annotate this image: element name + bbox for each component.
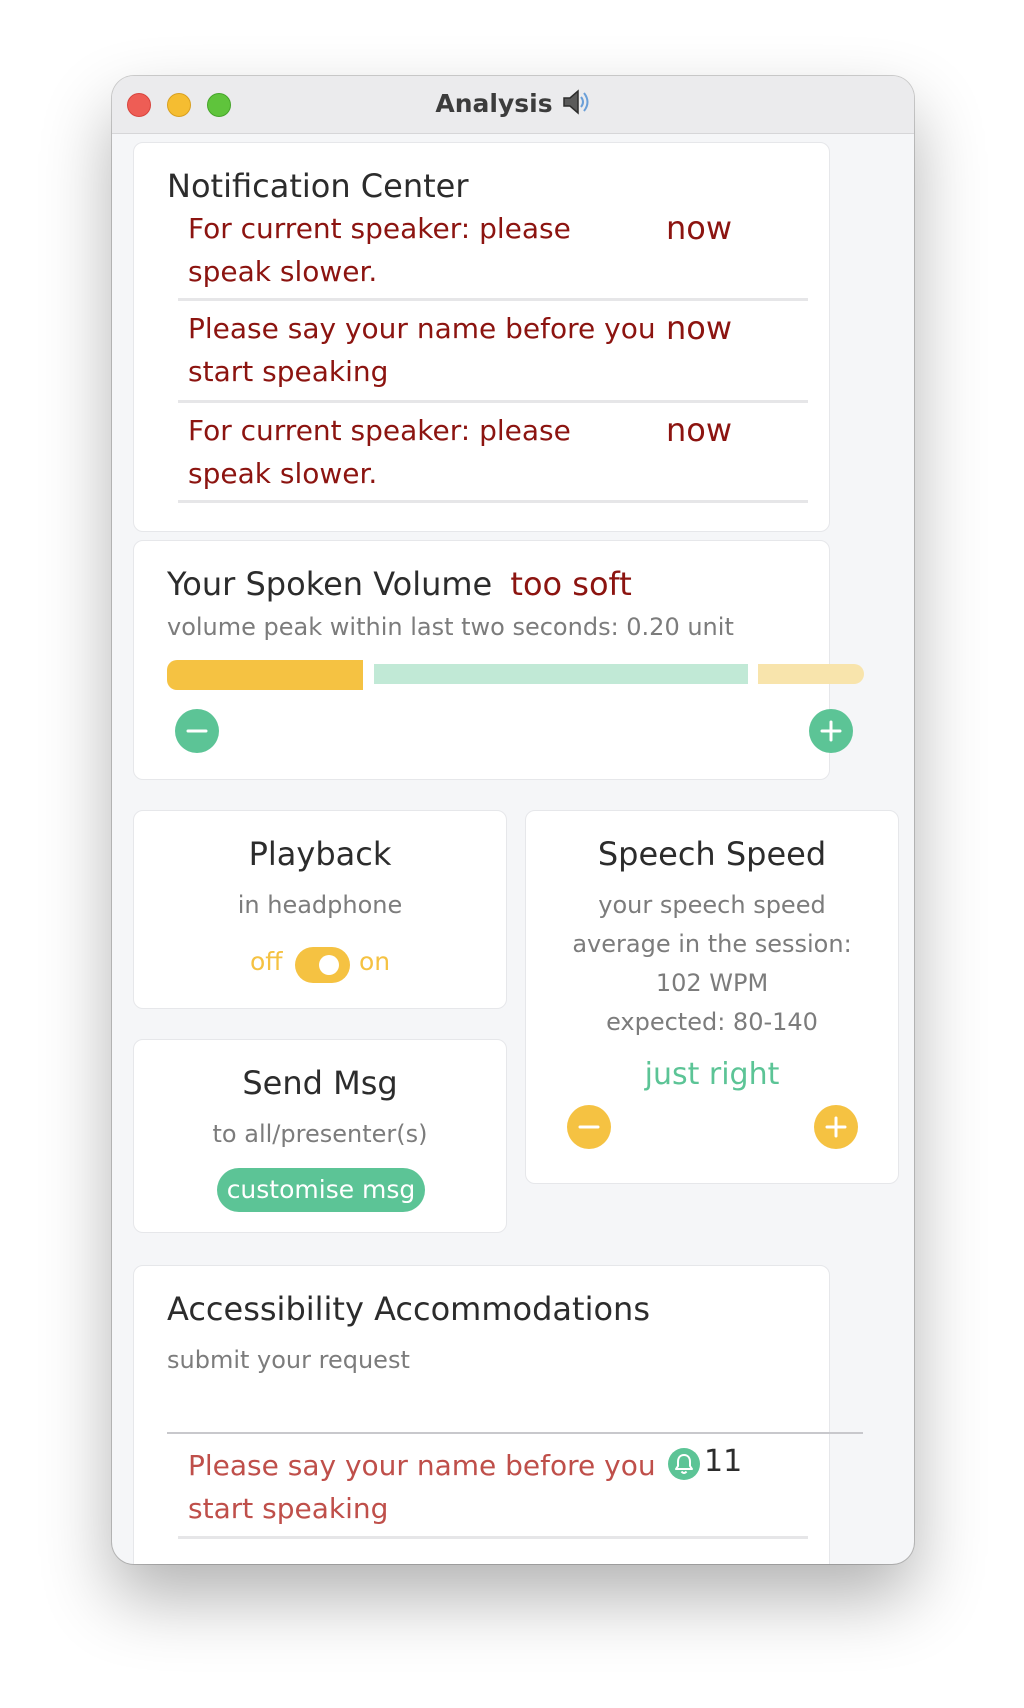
bell-icon[interactable] xyxy=(668,1448,700,1484)
volume-meter-loud-range xyxy=(758,664,864,684)
playback-subtitle: in headphone xyxy=(237,891,403,919)
send-msg-card: Send Msg to all/presenter(s) customise m… xyxy=(133,1039,507,1233)
notification-time: now xyxy=(666,209,733,247)
app-window: Analysis Notification Center For current… xyxy=(112,76,914,1564)
notification-text: For current speaker: please speak slower… xyxy=(188,212,571,288)
accessibility-title: Accessibility Accommodations xyxy=(167,1290,650,1328)
volume-card: Your Spoken Volume too soft volume peak … xyxy=(133,540,864,780)
volume-decrease-button[interactable] xyxy=(175,709,219,753)
volume-meter-target-range xyxy=(374,664,748,684)
customise-msg-button[interactable]: customise msg xyxy=(217,1168,425,1212)
volume-description: volume peak within last two seconds: 0.2… xyxy=(167,613,734,641)
playback-toggle[interactable] xyxy=(295,947,350,983)
minus-icon xyxy=(567,1105,611,1149)
divider xyxy=(167,1432,863,1434)
request-text: Please say your name before you start sp… xyxy=(188,1449,656,1525)
notification-item: Please say your name before you start sp… xyxy=(178,307,808,403)
window-title-text: Analysis xyxy=(435,89,553,118)
speed-increase-button[interactable] xyxy=(814,1105,858,1149)
notification-center-card: Notification Center For current speaker:… xyxy=(133,142,830,532)
volume-increase-button[interactable] xyxy=(809,709,853,753)
volume-title: Your Spoken Volume too soft xyxy=(167,565,632,603)
notification-center-title: Notification Center xyxy=(167,167,469,205)
minus-icon xyxy=(175,709,219,753)
speech-speed-line: your speech speed xyxy=(598,891,826,919)
send-msg-title: Send Msg xyxy=(242,1064,398,1102)
notification-item: For current speaker: please speak slower… xyxy=(178,409,808,503)
accessibility-card: Accessibility Accommodations submit your… xyxy=(133,1265,863,1564)
speed-decrease-button[interactable] xyxy=(567,1105,611,1149)
accessibility-subtitle: submit your request xyxy=(167,1346,410,1374)
playback-title: Playback xyxy=(248,835,392,873)
playback-card: Playback in headphone off on xyxy=(133,810,507,1009)
speech-speed-wpm: 102 WPM xyxy=(655,969,769,997)
playback-on-label: on xyxy=(359,947,391,976)
notification-item: For current speaker: please speak slower… xyxy=(178,207,808,301)
speech-speed-status: just right xyxy=(644,1057,780,1092)
volume-status: too soft xyxy=(510,565,632,603)
playback-off-label: off xyxy=(250,947,283,976)
request-item[interactable]: Please say your name before you start sp… xyxy=(178,1444,808,1539)
volume-meter-level xyxy=(167,660,363,690)
plus-icon xyxy=(809,709,853,753)
volume-title-text: Your Spoken Volume xyxy=(167,565,493,603)
plus-icon xyxy=(814,1105,858,1149)
notification-time: now xyxy=(666,411,733,449)
notification-text: Please say your name before you start sp… xyxy=(188,312,656,388)
speech-speed-line: average in the session: xyxy=(572,930,852,958)
speech-speed-title: Speech Speed xyxy=(597,835,827,873)
send-msg-subtitle: to all/presenter(s) xyxy=(212,1120,428,1148)
request-count: 11 xyxy=(704,1444,743,1479)
speaker-icon xyxy=(561,88,591,122)
title-bar: Analysis xyxy=(112,76,914,134)
notification-time: now xyxy=(666,309,733,347)
content-area: Notification Center For current speaker:… xyxy=(112,134,914,1564)
speech-speed-card: Speech Speed your speech speed average i… xyxy=(525,810,899,1184)
toggle-knob xyxy=(319,955,339,975)
speech-speed-expected: expected: 80-140 xyxy=(606,1008,818,1036)
window-title: Analysis xyxy=(112,88,914,122)
notification-text: For current speaker: please speak slower… xyxy=(188,414,571,490)
